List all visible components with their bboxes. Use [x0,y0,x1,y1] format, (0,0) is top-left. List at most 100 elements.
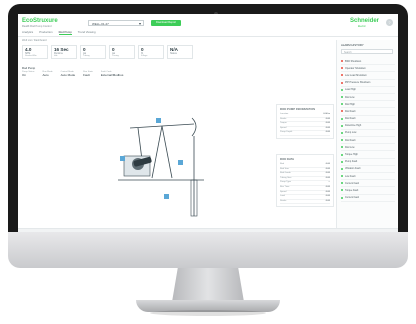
row-key: Torque [280,122,287,125]
monitor-stand-neck [172,268,244,302]
status-dot-icon [341,96,343,99]
alarm-item[interactable]: Rod Low [341,144,395,152]
alarm-item[interactable]: Torque High [341,151,395,159]
status-column: Run Mode Auto [43,71,53,77]
download-report-button[interactable]: Download Report [151,20,181,26]
sensor-marker[interactable] [178,160,183,165]
alarm-item[interactable]: Pump Low [341,130,395,138]
breadcrumb[interactable]: Well List / Dashboard [22,39,47,42]
card-title: ROD PUMP INFORMATION [280,107,316,111]
alarm-label: Low Fault [345,174,356,178]
alarm-item[interactable]: Low Fault [341,173,395,181]
alarm-item[interactable]: Downtime High [341,123,395,130]
alarm-item[interactable]: Current Fault [341,195,395,202]
row-value: 0.00 [325,122,330,125]
help-icon[interactable]: ? [386,19,393,26]
row-value: 0.00 [325,176,330,179]
row-value: 0.00 [325,163,330,165]
alarm-label: Rod Low [345,95,355,99]
alarm-sidebar-title: ALARM HISTORY [341,43,364,47]
status-dot-icon [341,196,343,199]
status-dot-icon [341,117,343,120]
alarm-item[interactable]: Vibration Fault [341,166,395,173]
alarm-label: Rod Fault [345,109,356,113]
row-value: 0.00 in [323,113,330,115]
info-row: Pump Depth 0.00 [280,131,330,136]
alarm-item[interactable]: Pump Fault [341,159,395,166]
alarm-label: PIP Pressure Shutdown [345,81,371,85]
alarm-list: BSD Shutdown Operator Shutdown Low Load Sh… [341,58,395,202]
kpi-card: 16 Sec Runtime Idle [51,45,77,59]
status-column: Run State Fault [83,71,93,77]
alarm-label: Current Fault [345,181,359,185]
status-dot-icon [341,67,343,70]
alarm-item[interactable]: Torque Fault [341,187,395,195]
samson-post [151,125,163,179]
chevron-down-icon[interactable]: ▾ [139,21,141,26]
row-value: 0.00 [325,199,330,202]
sensor-marker[interactable] [164,194,169,199]
kpi-sub: Fillage [141,55,148,57]
pump-status-table: Pump Status On Run Mode Auto Control Mode A… [22,71,123,77]
status-dot-icon [341,139,343,142]
kpi-card: 0 psi Casing [109,45,135,59]
sensor-marker[interactable] [120,156,125,161]
sensor-marker[interactable] [156,118,161,123]
alarm-label: Load High [345,88,356,92]
tab-rod-pump[interactable]: Rod Pump [58,30,72,35]
kpi-sub: Tubing [83,55,90,57]
alarm-label: Rod Low [345,145,355,149]
status-dot-icon [341,160,343,163]
row-key: Pump Depth [280,131,293,134]
row-value: 0.00 [325,185,330,188]
status-dot-icon [341,146,343,149]
row-value: 0.00 [325,195,330,198]
kpi-sub: Idle [54,55,58,57]
kpi-unit: Status [170,52,177,55]
well-selector[interactable]: WELL-01-27 [88,20,144,26]
status-dot-icon [341,175,343,178]
status-column: Fault Code External/Modbus [101,71,124,77]
alarm-search-input[interactable]: Search [341,49,393,54]
status-column: Pump Status On [22,71,35,77]
row-key: Stroke [280,117,287,120]
alarm-item[interactable]: Rod Fault [341,137,395,145]
alarm-item[interactable]: Operator Shutdown [341,65,395,73]
status-dot-icon [341,124,343,127]
alarm-item[interactable]: Rod High [341,101,395,109]
alarm-label: Torque High [345,153,358,157]
alarm-item[interactable]: Rod Fault [341,116,395,123]
tab-production[interactable]: Production [39,30,52,35]
status-dot-icon [341,88,343,91]
kpi-card: 0 psi Tubing [80,45,106,59]
status-dot-icon [341,60,343,63]
tab-trend-viewing[interactable]: Trend Viewing [78,30,96,35]
brand-subtitle: Electric [358,25,366,28]
monitor-chin [8,232,408,268]
stand-shadow [150,310,266,316]
alarm-item[interactable]: Low Load Shutdown [341,72,395,80]
screen-bottom-bar [18,228,398,232]
alarm-item[interactable]: Load High [341,87,395,94]
horse-head [191,117,197,137]
row-value: 0.00 [325,131,330,134]
alarm-item[interactable]: Rod Low [341,94,395,102]
alarm-item[interactable]: Current Fault [341,180,395,188]
status-dot-icon [341,182,343,185]
row-value: 0.00 [325,190,330,193]
alarm-label: Rod High [345,102,355,106]
alarm-item[interactable]: BSD Shutdown [341,58,395,66]
row-key: Speed [280,190,287,193]
card-title: ROD DATA [280,157,295,161]
alarm-label: Downtime High [345,124,362,128]
tab-analytics[interactable]: Analytics [22,30,33,35]
alarm-item[interactable]: PIP Pressure Shutdown [341,80,395,87]
status-dot-icon [341,131,343,134]
kpi-row: 4.0 SPM Strokes/Min 16 Sec Runtime Idle … [22,45,193,59]
column-value: On [22,73,27,77]
row-key: Load [280,195,285,198]
alarm-item[interactable]: Rod Fault [341,108,395,116]
row-key: Rod Size [280,167,289,170]
alarm-label: Pump Fault [345,160,358,164]
status-dot-icon [341,153,343,156]
